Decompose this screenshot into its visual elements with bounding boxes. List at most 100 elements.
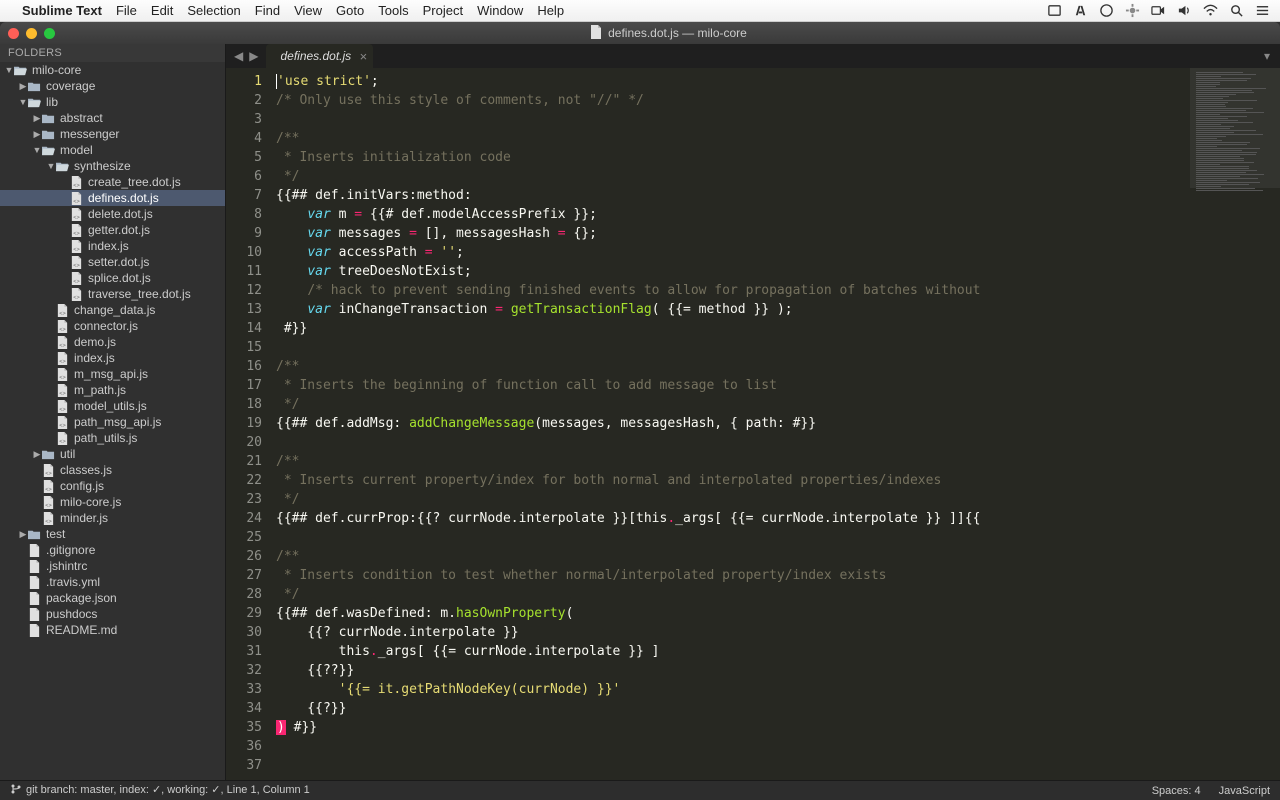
- code-line[interactable]: var messages = [], messagesHash = {};: [270, 224, 1190, 243]
- code-line[interactable]: var accessPath = '';: [270, 243, 1190, 262]
- close-window-button[interactable]: [8, 28, 19, 39]
- line-number[interactable]: 2: [226, 91, 262, 110]
- line-number[interactable]: 11: [226, 262, 262, 281]
- file-item-model_utils-js[interactable]: <>model_utils.js: [0, 398, 225, 414]
- disclosure-arrow-icon[interactable]: ▶: [18, 529, 28, 540]
- code-line[interactable]: {{? currNode.interpolate }}: [270, 623, 1190, 642]
- code-area[interactable]: 'use strict';/* Only use this style of c…: [270, 68, 1190, 780]
- file-item-getter-dot-js[interactable]: <>getter.dot.js: [0, 222, 225, 238]
- code-line[interactable]: 'use strict';: [270, 72, 1190, 91]
- code-line[interactable]: #}}: [270, 319, 1190, 338]
- menubar-sync-icon[interactable]: [1098, 3, 1114, 19]
- code-line[interactable]: {{?}}: [270, 699, 1190, 718]
- disclosure-arrow-icon[interactable]: ▼: [32, 145, 42, 155]
- file-item-connector-js[interactable]: <>connector.js: [0, 318, 225, 334]
- code-line[interactable]: [270, 433, 1190, 452]
- code-line[interactable]: * Inserts initialization code: [270, 148, 1190, 167]
- line-number[interactable]: 23: [226, 490, 262, 509]
- code-line[interactable]: [270, 338, 1190, 357]
- line-number[interactable]: 17: [226, 376, 262, 395]
- nav-back-icon[interactable]: ◀: [234, 49, 243, 63]
- line-number[interactable]: 1: [226, 72, 262, 91]
- code-line[interactable]: {{## def.currProp:{{? currNode.interpola…: [270, 509, 1190, 528]
- folder-item-lib[interactable]: ▼lib: [0, 94, 225, 110]
- close-tab-icon[interactable]: ×: [360, 49, 368, 64]
- code-line[interactable]: ) #}}: [270, 718, 1190, 737]
- menu-tools[interactable]: Tools: [378, 3, 408, 18]
- line-number[interactable]: 33: [226, 680, 262, 699]
- disclosure-arrow-icon[interactable]: ▶: [32, 113, 42, 124]
- line-number[interactable]: 22: [226, 471, 262, 490]
- file-item-m_path-js[interactable]: <>m_path.js: [0, 382, 225, 398]
- file-item-path_msg_api-js[interactable]: <>path_msg_api.js: [0, 414, 225, 430]
- menu-file[interactable]: File: [116, 3, 137, 18]
- code-line[interactable]: * Inserts condition to test whether norm…: [270, 566, 1190, 585]
- tab-defines-dot-js[interactable]: defines.dot.js ×: [266, 44, 373, 68]
- menu-project[interactable]: Project: [423, 3, 463, 18]
- file-item-path_utils-js[interactable]: <>path_utils.js: [0, 430, 225, 446]
- code-line[interactable]: var inChangeTransaction = getTransaction…: [270, 300, 1190, 319]
- line-number[interactable]: 12: [226, 281, 262, 300]
- menu-edit[interactable]: Edit: [151, 3, 173, 18]
- line-number[interactable]: 5: [226, 148, 262, 167]
- folder-item-coverage[interactable]: ▶coverage: [0, 78, 225, 94]
- code-line[interactable]: var treeDoesNotExist;: [270, 262, 1190, 281]
- folder-item-messenger[interactable]: ▶messenger: [0, 126, 225, 142]
- code-line[interactable]: [270, 756, 1190, 775]
- menu-help[interactable]: Help: [537, 3, 564, 18]
- menu-selection[interactable]: Selection: [187, 3, 240, 18]
- menu-find[interactable]: Find: [255, 3, 280, 18]
- minimap[interactable]: [1190, 68, 1280, 780]
- file-item-traverse_tree-dot-js[interactable]: <>traverse_tree.dot.js: [0, 286, 225, 302]
- line-number[interactable]: 7: [226, 186, 262, 205]
- code-line[interactable]: {{??}}: [270, 661, 1190, 680]
- file-item-config-js[interactable]: <>config.js: [0, 478, 225, 494]
- minimize-window-button[interactable]: [26, 28, 37, 39]
- disclosure-arrow-icon[interactable]: ▼: [4, 65, 14, 75]
- line-number[interactable]: 36: [226, 737, 262, 756]
- folder-item-model[interactable]: ▼model: [0, 142, 225, 158]
- file-item-minder-js[interactable]: <>minder.js: [0, 510, 225, 526]
- line-number[interactable]: 27: [226, 566, 262, 585]
- menubar-hamburger-icon[interactable]: [1254, 3, 1270, 19]
- line-number[interactable]: 18: [226, 395, 262, 414]
- file-item-demo-js[interactable]: <>demo.js: [0, 334, 225, 350]
- file-item--travis-yml[interactable]: .travis.yml: [0, 574, 225, 590]
- file-item-setter-dot-js[interactable]: <>setter.dot.js: [0, 254, 225, 270]
- code-line[interactable]: /**: [270, 357, 1190, 376]
- line-number[interactable]: 16: [226, 357, 262, 376]
- folder-item-util[interactable]: ▶util: [0, 446, 225, 462]
- line-number[interactable]: 30: [226, 623, 262, 642]
- file-item-pushdocs[interactable]: pushdocs: [0, 606, 225, 622]
- code-line[interactable]: * Inserts the beginning of function call…: [270, 376, 1190, 395]
- code-line[interactable]: /**: [270, 129, 1190, 148]
- disclosure-arrow-icon[interactable]: ▼: [18, 97, 28, 107]
- line-number[interactable]: 25: [226, 528, 262, 547]
- file-item-defines-dot-js[interactable]: <>defines.dot.js: [0, 190, 225, 206]
- file-item-change_data-js[interactable]: <>change_data.js: [0, 302, 225, 318]
- line-number[interactable]: 34: [226, 699, 262, 718]
- code-line[interactable]: /**: [270, 547, 1190, 566]
- disclosure-arrow-icon[interactable]: ▶: [32, 449, 42, 460]
- file-item-index-js[interactable]: <>index.js: [0, 238, 225, 254]
- code-line[interactable]: [270, 737, 1190, 756]
- file-item-milo-core-js[interactable]: <>milo-core.js: [0, 494, 225, 510]
- folder-item-test[interactable]: ▶test: [0, 526, 225, 542]
- line-number[interactable]: 24: [226, 509, 262, 528]
- file-item-delete-dot-js[interactable]: <>delete.dot.js: [0, 206, 225, 222]
- line-number[interactable]: 19: [226, 414, 262, 433]
- status-spaces[interactable]: Spaces: 4: [1152, 785, 1201, 797]
- folder-item-abstract[interactable]: ▶abstract: [0, 110, 225, 126]
- code-line[interactable]: var m = {{# def.modelAccessPrefix }};: [270, 205, 1190, 224]
- line-number[interactable]: 21: [226, 452, 262, 471]
- code-line[interactable]: {{## def.initVars:method:: [270, 186, 1190, 205]
- menu-goto[interactable]: Goto: [336, 3, 364, 18]
- line-number[interactable]: 32: [226, 661, 262, 680]
- line-number[interactable]: 28: [226, 585, 262, 604]
- code-line[interactable]: {{## def.wasDefined: m.hasOwnProperty(: [270, 604, 1190, 623]
- menubar-volume-icon[interactable]: [1176, 3, 1192, 19]
- folder-item-milo-core[interactable]: ▼milo-core: [0, 62, 225, 78]
- menubar-tray-icon[interactable]: [1046, 3, 1062, 19]
- line-number[interactable]: 14: [226, 319, 262, 338]
- disclosure-arrow-icon[interactable]: ▶: [18, 81, 28, 92]
